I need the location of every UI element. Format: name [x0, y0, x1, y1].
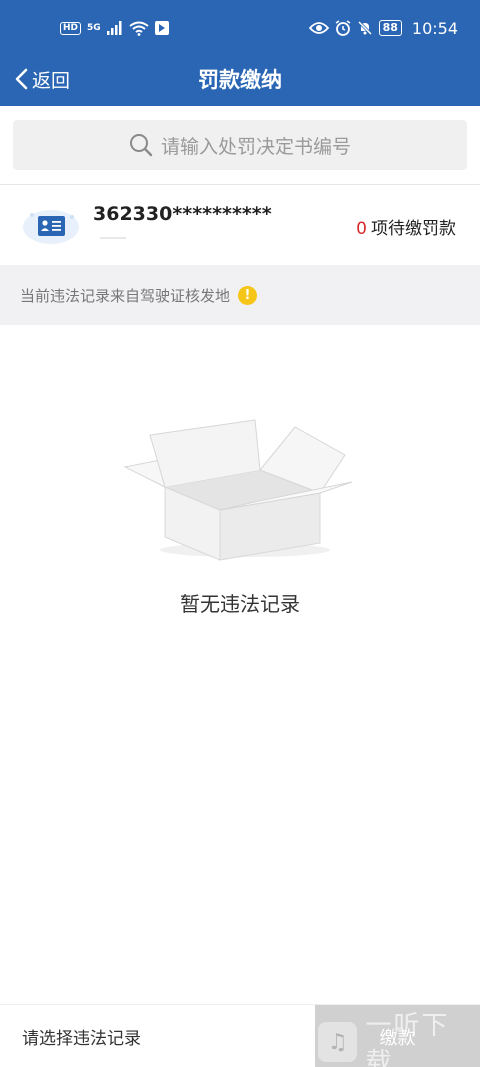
page-title: 罚款缴纳	[198, 68, 282, 92]
empty-box-icon	[123, 419, 353, 561]
clock: 10:54	[411, 18, 458, 38]
signal-icon	[106, 21, 122, 35]
empty-state-text: 暂无违法记录	[180, 592, 300, 616]
chevron-left-icon	[15, 68, 28, 90]
pending-fines: 0 项待缴罚款	[356, 214, 456, 239]
status-bar: HD 5G 88 10:54	[0, 0, 480, 56]
share-icon	[154, 21, 169, 35]
mute-bell-icon	[357, 20, 372, 36]
search-icon	[129, 134, 153, 157]
battery-indicator: 88	[378, 20, 402, 36]
nav-bar: 返回 罚款缴纳	[0, 56, 480, 102]
pending-count: 0	[356, 219, 367, 239]
pay-button[interactable]: 缴款	[315, 1005, 480, 1067]
search-placeholder: 请输入处罚决定书编号	[160, 135, 351, 158]
search-input[interactable]: 请输入处罚决定书编号	[13, 120, 467, 170]
license-name-placeholder	[100, 237, 126, 239]
search-section: 请输入处罚决定书编号	[0, 106, 480, 184]
wifi-icon	[129, 21, 149, 36]
notice-text: 当前违法记录来自驾驶证核发地	[20, 286, 231, 305]
hd-badge: HD	[60, 21, 82, 35]
alarm-icon	[335, 20, 350, 36]
notice-bar: 当前违法记录来自驾驶证核发地 !	[0, 265, 480, 325]
status-bar-left: HD 5G	[60, 21, 169, 36]
bottom-bar: 请选择违法记录 缴款	[0, 1004, 480, 1067]
back-label: 返回	[32, 69, 71, 92]
warning-icon[interactable]: !	[238, 285, 258, 305]
back-button[interactable]: 返回	[14, 56, 70, 102]
status-bar-right: 88 10:54	[308, 18, 458, 38]
eye-icon	[308, 22, 329, 34]
license-number: 362330**********	[93, 203, 272, 225]
license-row[interactable]: 362330********** 0 项待缴罚款	[0, 185, 480, 265]
select-record-hint: 请选择违法记录	[22, 1029, 141, 1049]
id-card-icon	[23, 210, 79, 244]
pending-label: 项待缴罚款	[371, 219, 456, 239]
network-type: 5G	[87, 23, 101, 33]
